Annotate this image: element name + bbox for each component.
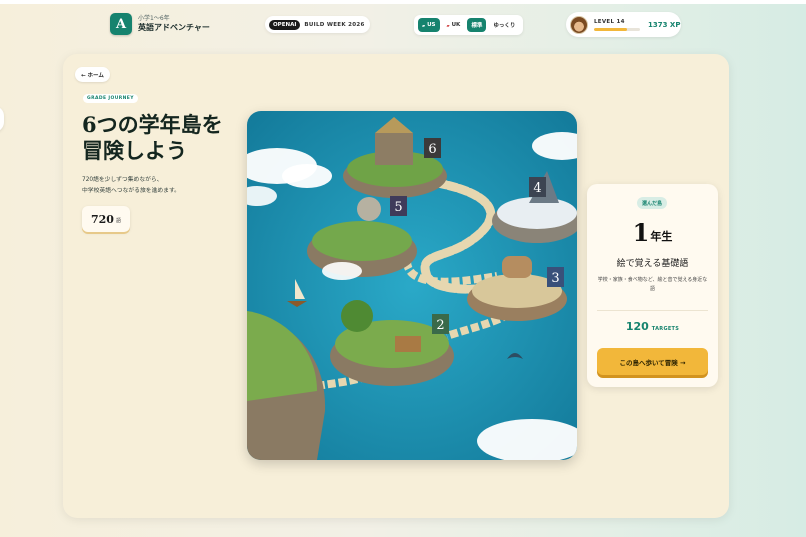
build-week-label: BUILD WEEK 2026 — [304, 21, 365, 28]
accent-us-button[interactable]: ▰ US — [418, 18, 440, 32]
island-3-colosseum — [502, 256, 532, 278]
island-5-flag[interactable]: 5 — [390, 196, 407, 216]
targets-number: 120 — [625, 320, 649, 333]
flag-2-number: 2 — [436, 318, 444, 333]
flag-4-number: 4 — [533, 181, 541, 196]
level-block: LEVEL 14 — [594, 19, 640, 31]
island-2-hut — [395, 336, 421, 352]
island-description: 学校・家族・食べ物など、絵と音で覚える身近な語 — [597, 277, 708, 292]
level-label: LEVEL 14 — [594, 18, 625, 25]
accent-uk-button[interactable]: ▰ UK — [443, 18, 465, 32]
us-flag-icon: ▰ — [422, 22, 426, 28]
xp-progress-bar — [594, 27, 640, 31]
accent-uk-label: UK — [451, 22, 461, 28]
grade-suffix: 年生 — [650, 230, 673, 243]
flag-5-number: 5 — [394, 200, 402, 215]
speed-slow-button[interactable]: ゆっくり — [489, 18, 519, 32]
description-line-2: 中学校英語へつながる旅を進めます。 — [82, 188, 180, 194]
selected-badge: 選んだ島 — [637, 197, 668, 209]
accent-toggle: ▰ US ▰ UK 標準 ゆっくり — [414, 15, 524, 35]
island-3-flag[interactable]: 3 — [547, 267, 564, 287]
home-button[interactable]: ← ホーム — [75, 67, 110, 82]
selected-island-card: 選んだ島 1 年生 絵で覚える基礎語 学校・家族・食べ物など、絵と音で覚える身近… — [587, 184, 718, 387]
cloud — [322, 262, 362, 280]
island-6-flag[interactable]: 6 — [424, 138, 441, 158]
island-5-grass — [312, 221, 412, 261]
xp-progress-fill — [594, 27, 628, 31]
targets-label: TARGETS — [651, 326, 680, 332]
island-title: 絵で覚える基礎語 — [616, 259, 689, 269]
island-2-tree — [341, 300, 373, 332]
cloud — [282, 164, 332, 188]
avatar — [570, 15, 588, 34]
island-2-flag[interactable]: 2 — [432, 314, 449, 334]
island-map: 6 5 4 3 2 — [247, 111, 577, 460]
word-count-badge: 720 語 — [82, 206, 130, 232]
island-map-art: 6 5 4 3 2 — [247, 111, 577, 460]
divider — [597, 310, 708, 311]
grade-heading: 1 年生 — [587, 221, 718, 245]
word-count-number: 720 — [91, 212, 114, 226]
description-line-1: 720語を少しずつ集めながら、 — [82, 177, 163, 183]
speed-normal-button[interactable]: 標準 — [467, 18, 487, 32]
brand-subtitle: 小学1〜6年 — [138, 14, 170, 22]
uk-flag-icon: ▰ — [446, 22, 450, 28]
targets-count: 120 TARGETS — [587, 320, 718, 333]
brand-logo: A — [110, 13, 132, 35]
island-4-flag[interactable]: 4 — [529, 177, 546, 197]
brand-title: 英語アドベンチャー — [138, 22, 210, 32]
flag-3-number: 3 — [551, 271, 559, 286]
start-adventure-button[interactable]: この島へ歩いて冒険 → — [597, 348, 708, 375]
build-week-pill: OPENAI BUILD WEEK 2026 — [265, 16, 370, 33]
headline-line-1: 6つの学年島を — [82, 112, 223, 137]
grade-number: 1 — [632, 218, 650, 247]
xp-value: 1373 XP — [648, 20, 681, 29]
brand-text: 小学1〜6年 英語アドベンチャー — [138, 14, 210, 32]
island-5-observatory — [357, 197, 381, 221]
headline-line-2: 冒険しよう — [82, 137, 187, 163]
page-description: 720語を少しずつ集めながら、 中学校英語へつながる旅を進めます。 — [82, 175, 242, 197]
island-6-castle — [375, 133, 413, 165]
accent-us-label: US — [427, 22, 436, 28]
build-week-tag: OPENAI — [269, 19, 301, 30]
top-strip — [0, 0, 806, 4]
brand[interactable]: A 小学1〜6年 英語アドベンチャー — [110, 13, 210, 35]
grade-journey-badge: GRADE JOURNEY — [83, 94, 138, 103]
level-pill[interactable]: LEVEL 14 1373 XP — [566, 12, 681, 37]
side-handle[interactable] — [0, 106, 4, 132]
page-title: 6つの学年島を 冒険しよう — [82, 112, 242, 163]
word-count-unit: 語 — [115, 218, 121, 224]
flag-6-number: 6 — [428, 142, 436, 157]
